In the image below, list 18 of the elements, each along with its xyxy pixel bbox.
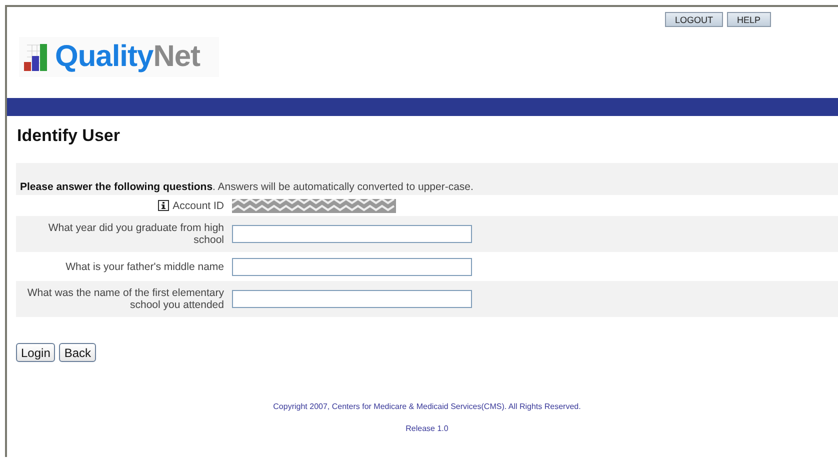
release-text: Release 1.0 [404,424,450,433]
question-label: What was the name of the first elementary school you attended [26,287,224,311]
question-label: What is your father's middle name [66,260,224,272]
page-title: Identify User [16,125,121,147]
header-button[interactable]: LOGOUT [665,12,724,27]
form-button[interactable]: Login [16,343,56,362]
field-label: Account ID [172,200,224,212]
info-icon[interactable] [158,200,169,211]
copyright-text: Copyright 2007, Centers for Medicare & Medicaid Services(CMS). All Rights Reserved. [272,402,582,411]
header-button[interactable]: HELP [727,12,771,27]
instruction-text: Please answer the following questions. Answers will be automatically converted to upper-case. [20,181,474,193]
answer-field[interactable] [232,225,472,243]
form-button[interactable]: Back [59,343,96,362]
question-label: What year did you graduate from high school [47,222,224,246]
logo-text: QualityNet [55,40,200,74]
bar-chart-icon [23,42,49,72]
answer-field[interactable] [232,290,472,308]
answer-field[interactable] [232,258,472,276]
